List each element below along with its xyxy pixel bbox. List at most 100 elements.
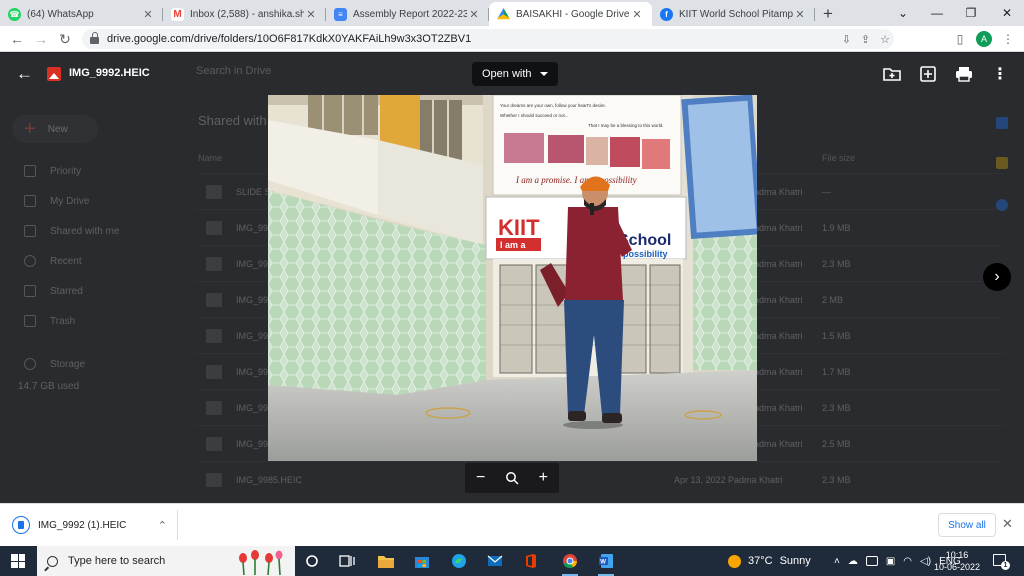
next-image-button[interactable]: › [983,263,1011,291]
meet-now-icon[interactable]: ▣ [886,556,895,567]
profile-button[interactable]: A [974,29,994,49]
close-icon[interactable]: ✕ [467,8,481,21]
task-view-icon[interactable] [337,551,357,571]
back-arrow-icon[interactable]: ← [7,29,27,49]
poster-text-b: Whether I should succeed or not... [500,113,569,118]
taskbar-search-input[interactable]: Type here to search [37,546,295,576]
zoom-fit-button[interactable] [500,466,524,490]
close-icon[interactable]: ✕ [141,8,155,21]
address-url: drive.google.com/drive/folders/10O6F817K… [107,33,472,45]
download-item[interactable]: IMG_9992 (1).HEIC ⌃ [8,510,178,540]
drive-sidebar-label: Recent [50,255,82,267]
share-icon[interactable]: ⇪ [861,33,870,46]
drive-sidebar-item-starred: Starred [24,285,83,297]
more-vert-icon[interactable]: ⋮ [989,63,1011,85]
add-to-drive-icon[interactable] [881,63,903,85]
close-icon[interactable]: ✕ [793,8,807,21]
file-explorer-icon[interactable] [376,551,396,571]
poster-slogan: I am a promise. I am a possibility [515,175,637,185]
office-icon[interactable] [521,551,541,571]
banner-tagline-left: I am a [500,240,527,250]
cortana-icon[interactable] [302,551,322,571]
browser-toolbar: ← → ↻ drive.google.com/drive/folders/10O… [0,26,1024,52]
clock-time: 10:16 [945,550,969,560]
battery-icon[interactable] [865,556,878,566]
windows-start-icon[interactable] [11,554,25,568]
drive-sidebar-label: Priority [50,165,82,177]
window-close-icon[interactable]: ✕ [990,0,1024,26]
back-arrow-icon[interactable]: ← [16,65,34,83]
tab-title: BAISAKHI - Google Drive [516,8,630,20]
notification-count-badge: 1 [1001,561,1010,570]
people-icon [24,225,36,237]
forward-arrow-icon[interactable]: → [31,29,51,49]
tab-baisakhi-drive[interactable]: BAISAKHI - Google Drive ✕ [489,2,652,26]
file-name: IMG_99 [236,223,269,233]
drive-new-button: + New [12,115,98,143]
chrome-icon[interactable] [560,551,580,576]
taskbar-clock[interactable]: 10:16 10-06-2022 [932,549,982,573]
chrome-menu-icon[interactable]: ⋮ [998,29,1018,49]
chevron-up-icon[interactable]: ⌃ [158,519,167,532]
taskbar-search-placeholder: Type here to search [68,555,166,567]
column-header-size: File size [822,153,856,163]
restore-icon[interactable]: ❐ [954,0,988,26]
microsoft-store-icon[interactable] [412,551,432,571]
word-icon[interactable]: W [596,551,616,576]
facebook-icon: f [660,7,673,21]
weather-widget[interactable]: 37°C Sunny [728,546,811,576]
wifi-icon[interactable]: ◠ [903,556,912,567]
tab-kiit-facebook[interactable]: f KIIT World School Pitampura ✕ [652,2,815,26]
mail-icon[interactable] [485,551,505,571]
avatar: A [976,31,992,47]
tab-gmail[interactable]: M Inbox (2,588) - anshika.sharm ✕ [163,2,326,26]
close-icon[interactable]: ✕ [630,8,644,21]
file-size: 2.3 MB [822,403,851,413]
open-with-label: Open with [482,68,532,80]
file-size: — [822,187,831,197]
viewer-file-name: IMG_9992.HEIC [69,67,150,79]
image-thumbnail [206,437,222,451]
address-bar[interactable]: drive.google.com/drive/folders/10O6F817K… [82,29,894,49]
file-name: IMG_99 [236,259,269,269]
install-app-icon[interactable]: ⇩ [842,33,851,46]
file-owner: Apr 13, 2022 Padma Khatri [674,475,783,485]
viewer-header: ← IMG_9992.HEIC Open with ⋮ [0,53,1024,95]
bookmark-star-icon[interactable]: ☆ [880,33,890,46]
close-icon[interactable]: ✕ [1002,516,1013,532]
chevron-up-icon[interactable]: ˄ [834,556,840,567]
open-with-button[interactable]: Open with [472,62,558,86]
plus-icon: + [24,117,36,140]
file-size: 2.3 MB [822,475,851,485]
add-shortcut-icon[interactable] [917,63,939,85]
show-all-button[interactable]: Show all [938,513,996,537]
tab-whatsapp[interactable]: ☎ (64) WhatsApp ✕ [0,2,163,26]
zoom-controls: − + [465,463,559,493]
zoom-out-button[interactable]: − [469,466,493,490]
tab-title: (64) WhatsApp [27,8,94,20]
magnifier-icon [506,472,519,485]
side-panel-icon[interactable]: ▯ [950,29,970,49]
tab-assembly-report[interactable]: ≡ Assembly Report 2022-23 - G ✕ [326,2,489,26]
image-thumbnail [206,221,222,235]
volume-icon[interactable]: ◁) [920,556,931,567]
file-size: 2 MB [822,295,844,305]
file-size: 1.5 MB [822,331,851,341]
file-name: IMG_99 [236,295,269,305]
minimize-icon[interactable]: — [920,0,954,26]
drive-sidebar-label: Trash [50,315,76,327]
print-icon[interactable] [953,63,975,85]
cloud-icon[interactable]: ☁ [848,556,858,567]
drive-sidebar-item-priority: Priority [24,165,81,177]
zoom-in-button[interactable]: + [531,466,555,490]
gmail-icon: M [171,7,184,21]
new-tab-button[interactable]: + [815,2,841,26]
close-icon[interactable]: ✕ [304,8,318,21]
reload-icon[interactable]: ↻ [55,29,75,49]
drive-sidebar-item-shared: Shared with me [24,225,119,237]
file-size: 1.7 MB [822,367,851,377]
caret-down-icon [539,72,548,76]
edge-icon[interactable] [449,551,469,571]
tasks-icon [996,199,1008,211]
tab-search-chevron-icon[interactable]: ⌄ [886,0,920,26]
